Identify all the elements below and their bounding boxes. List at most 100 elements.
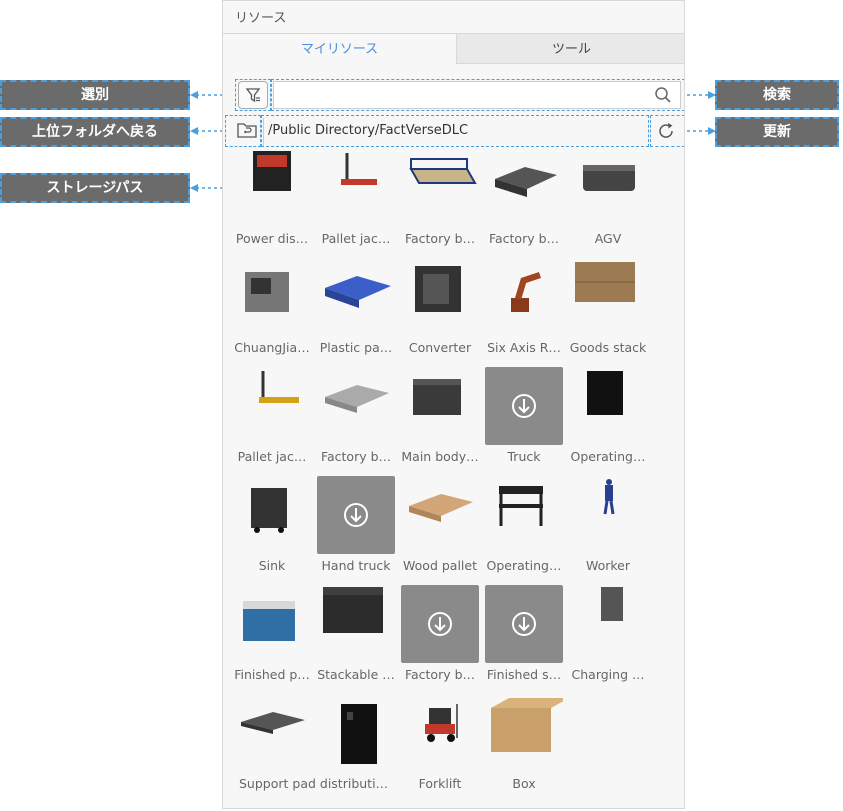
asset-label: Finished s… — [486, 667, 562, 682]
agv-thumbnail — [569, 149, 647, 227]
wood-pallet-thumbnail — [401, 476, 479, 554]
black-cabinet-thumbnail — [317, 694, 395, 772]
asset-item[interactable]: Goods stack — [566, 258, 650, 367]
pallet-jack-red-thumbnail — [317, 149, 395, 227]
asset-item[interactable]: Six Axis R… — [482, 258, 566, 367]
asset-label: Factory b… — [320, 449, 392, 464]
asset-item[interactable] — [314, 694, 398, 803]
factory-bin-open-thumbnail — [401, 149, 479, 227]
asset-item[interactable]: Box — [482, 694, 569, 803]
asset-label: ChuangJia… — [234, 340, 310, 355]
cardboard-box-thumbnail — [485, 694, 569, 772]
asset-label: Goods stack — [569, 340, 647, 355]
operating-cabinet-black-thumbnail — [569, 367, 647, 445]
asset-label: Worker — [585, 558, 631, 573]
asset-label: Forklift — [418, 776, 462, 791]
asset-item[interactable]: Finished p… — [230, 585, 314, 694]
stackable-crate-thumbnail — [317, 585, 395, 663]
callout-search: 検索 — [715, 80, 839, 110]
asset-item[interactable]: Forklift — [398, 694, 482, 803]
asset-item[interactable]: Sink — [230, 476, 314, 585]
asset-label: Sink — [258, 558, 286, 573]
goods-stack-thumbnail — [569, 258, 647, 336]
asset-item[interactable]: Finished s… — [482, 585, 566, 694]
operating-table-thumbnail — [485, 476, 563, 554]
asset-label: Charging … — [571, 667, 645, 682]
search-input[interactable] — [274, 82, 656, 108]
asset-item[interactable]: AGV — [566, 149, 650, 258]
robot-arm-thumbnail — [485, 258, 563, 336]
asset-label: Wood pallet — [403, 558, 477, 573]
support-pad-thumbnail — [233, 694, 311, 772]
asset-label: Stackable … — [317, 667, 395, 682]
panel-title: リソース — [235, 11, 287, 26]
callout-refresh: 更新 — [715, 117, 839, 147]
asset-item[interactable]: Power dis… — [230, 149, 314, 258]
asset-item[interactable]: ChuangJia… — [230, 258, 314, 367]
asset-item[interactable]: Factory b… — [314, 367, 398, 476]
refresh-icon[interactable] — [654, 119, 678, 143]
asset-label: Finished p… — [234, 667, 310, 682]
asset-item[interactable]: Pallet jac… — [314, 149, 398, 258]
asset-label: Box — [512, 776, 536, 791]
filter-icon — [245, 88, 261, 103]
download-icon — [317, 476, 395, 554]
asset-label: Plastic pa… — [319, 340, 393, 355]
asset-item[interactable]: Stackable … — [314, 585, 398, 694]
asset-item[interactable]: Operating… — [566, 367, 650, 476]
callout-storage-path: ストレージパス — [0, 173, 190, 203]
finished-box-blue-thumbnail — [233, 585, 311, 663]
factory-bin-grid-thumbnail — [485, 149, 563, 227]
factory-bin-tray-thumbnail — [317, 367, 395, 445]
forklift-thumbnail — [401, 694, 479, 772]
asset-item[interactable]: Charging … — [566, 585, 650, 694]
asset-label: Pallet jac… — [237, 449, 307, 464]
storage-path: /Public Directory/FactVerseDLC — [263, 118, 651, 146]
asset-label: Six Axis R… — [487, 340, 561, 355]
tab-my-resources[interactable]: マイリソース — [223, 33, 457, 64]
asset-label: Pallet jac… — [321, 231, 391, 246]
asset-label: Factory b… — [404, 231, 476, 246]
sink-cart-thumbnail — [233, 476, 311, 554]
charging-post-thumbnail — [569, 585, 647, 663]
asset-item[interactable]: Factory b… — [398, 585, 482, 694]
asset-label: AGV — [594, 231, 622, 246]
asset-item[interactable]: Truck — [482, 367, 566, 476]
resource-panel: リソース マイリソース ツール /Public Directory/FactVe… — [222, 0, 685, 809]
pallet-jack-yellow-thumbnail — [233, 367, 311, 445]
asset-item[interactable]: Hand truck — [314, 476, 398, 585]
asset-item[interactable]: Converter — [398, 258, 482, 367]
asset-item[interactable]: Support pad distributi… — [230, 694, 388, 803]
download-icon — [485, 367, 563, 445]
worker-thumbnail — [569, 476, 647, 554]
asset-item[interactable]: Pallet jac… — [230, 367, 314, 476]
asset-label: Operating… — [486, 558, 562, 573]
asset-item[interactable]: Operating… — [482, 476, 566, 585]
machine-grey-thumbnail — [233, 258, 311, 336]
plastic-pallet-blue-thumbnail — [317, 258, 395, 336]
asset-item[interactable]: Factory b… — [482, 149, 566, 258]
search-icon[interactable] — [654, 86, 672, 104]
asset-label: Converter — [408, 340, 472, 355]
asset-label: Factory b… — [488, 231, 560, 246]
download-icon — [485, 585, 563, 663]
callout-filter: 選別 — [0, 80, 190, 110]
tab-tools[interactable]: ツール — [457, 33, 684, 64]
asset-item[interactable]: Plastic pa… — [314, 258, 398, 367]
asset-label: Truck — [507, 449, 541, 464]
callout-back: 上位フォルダへ戻る — [0, 117, 190, 147]
asset-item[interactable]: Main body… — [398, 367, 482, 476]
main-body-crate-thumbnail — [401, 367, 479, 445]
asset-item[interactable]: Wood pallet — [398, 476, 482, 585]
asset-item[interactable]: Factory b… — [398, 149, 482, 258]
search-box — [273, 81, 681, 109]
tab-bar: マイリソース ツール — [223, 33, 684, 65]
asset-label: Power dis… — [235, 231, 309, 246]
asset-label: Factory b… — [404, 667, 476, 682]
folder-up-icon[interactable] — [236, 119, 258, 141]
asset-item[interactable]: Worker — [566, 476, 650, 585]
filter-button[interactable] — [238, 81, 268, 109]
asset-label: Main body… — [401, 449, 479, 464]
download-icon — [401, 585, 479, 663]
converter-cube-thumbnail — [401, 258, 479, 336]
